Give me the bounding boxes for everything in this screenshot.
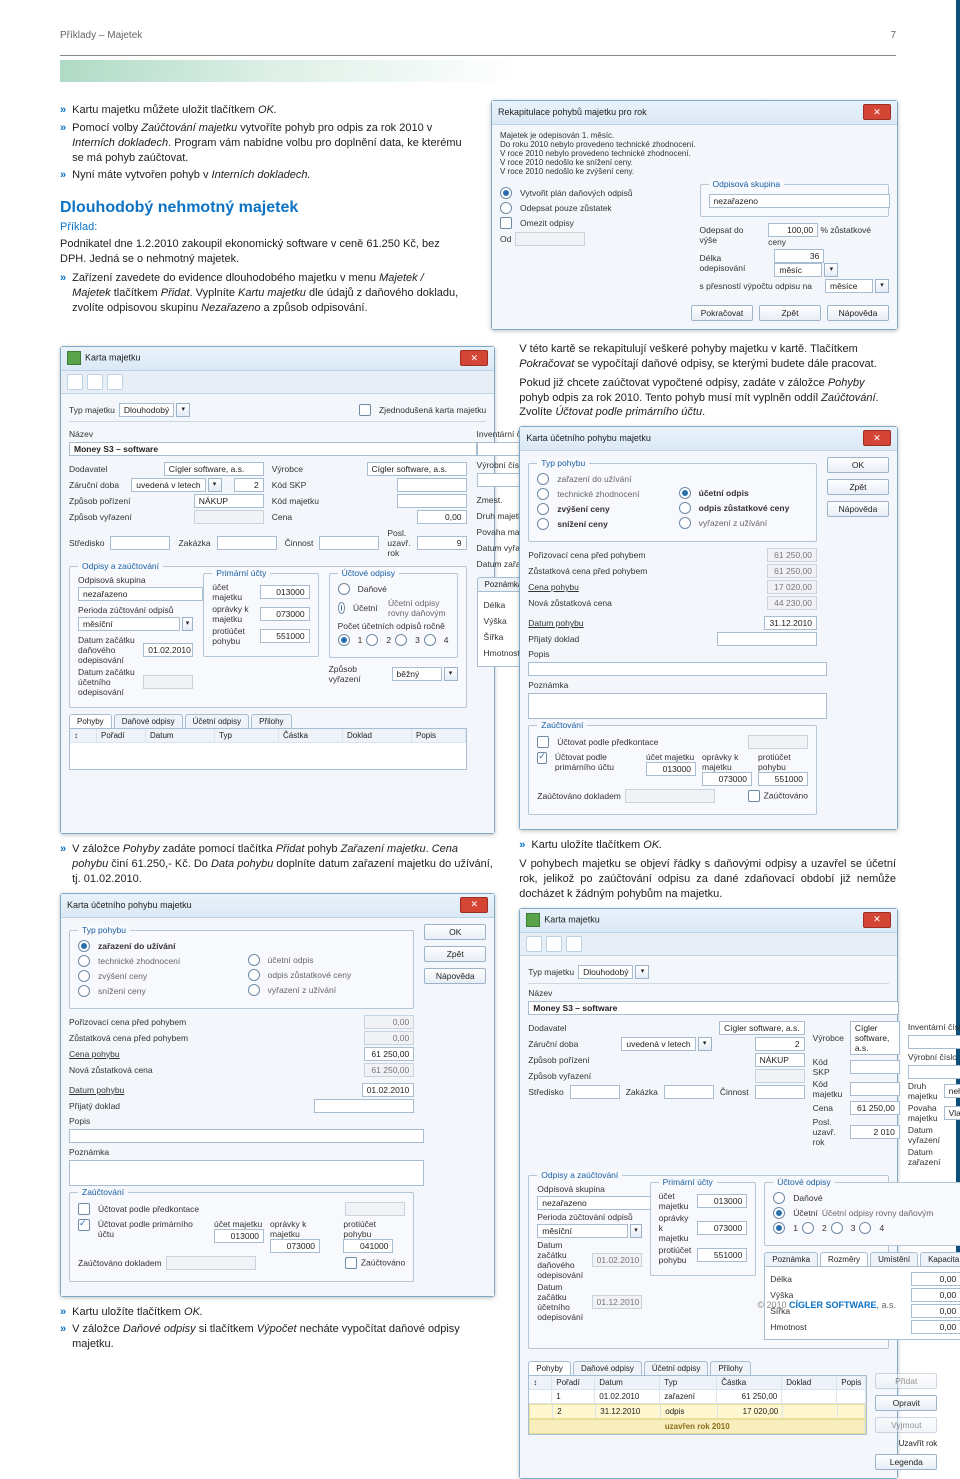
close-icon[interactable]: ✕ bbox=[460, 350, 488, 366]
example-label: Příklad: bbox=[60, 221, 465, 233]
radio-zustatek[interactable] bbox=[500, 202, 512, 214]
recap-line: V roce 2010 nebylo provedeno technické z… bbox=[500, 149, 889, 158]
page-header: Příklady – Majetek 7 bbox=[60, 30, 896, 41]
right-mid-bullet: » Kartu uložíte tlačítkem OK. bbox=[519, 838, 896, 853]
arrow-icon: » bbox=[519, 838, 525, 853]
arrow-icon: » bbox=[60, 1322, 66, 1352]
bottom-bullet-2: » V záložce Daňové odpisy si tlačítkem V… bbox=[60, 1322, 493, 1352]
datum-pohybu-field[interactable]: 01.02.2010 bbox=[362, 1083, 415, 1097]
pokracovat-button[interactable]: Pokračovat bbox=[691, 305, 753, 321]
arrow-icon: » bbox=[60, 1305, 66, 1320]
nazev-field[interactable]: Money S3 – software bbox=[69, 442, 477, 456]
close-icon[interactable]: ✕ bbox=[863, 104, 891, 120]
ok-button[interactable]: OK bbox=[424, 924, 486, 940]
right-mid-para: V pohybech majetku se objeví řádky s daň… bbox=[519, 857, 896, 902]
typ-majetku-select[interactable]: Dlouhodobý bbox=[119, 403, 174, 417]
toolbar-icon[interactable] bbox=[67, 374, 83, 390]
tab-ucetni[interactable]: Účetní odpisy bbox=[185, 714, 249, 728]
napoveda-button[interactable]: Nápověda bbox=[424, 968, 486, 984]
example-bullet: » Zařízení zavedete do evidence dlouhodo… bbox=[60, 271, 465, 316]
chevron-down-icon[interactable]: ▾ bbox=[875, 279, 889, 293]
check-omezit[interactable] bbox=[500, 217, 512, 229]
radio-plan[interactable] bbox=[500, 187, 512, 199]
kp1-dialog: Karta účetního pohybu majetku ✕ Typ pohy… bbox=[60, 893, 495, 1297]
presnost-unit[interactable]: měsíce bbox=[825, 279, 873, 293]
year-closed-row: uzavřen rok 2010 bbox=[529, 1419, 866, 1434]
recap-line: V roce 2010 nedošlo ke zvýšení ceny. bbox=[500, 167, 889, 176]
arrow-icon: » bbox=[60, 842, 66, 887]
close-icon[interactable]: ✕ bbox=[863, 430, 891, 446]
arrow-icon: » bbox=[60, 103, 66, 118]
upper-columns: » Kartu majetku můžete uložit tlačítkem … bbox=[60, 100, 896, 330]
uzavrit-rok-link[interactable]: Uzavřít rok bbox=[899, 1439, 938, 1448]
km-icon bbox=[67, 351, 81, 365]
karta-majetku-dialog: Karta majetku ✕ Typ majetku Dlouhodobý▾ … bbox=[60, 346, 495, 834]
arrow-icon: » bbox=[60, 121, 66, 166]
delka-unit[interactable]: měsíc bbox=[774, 263, 822, 277]
example-text: Podnikatel dne 1.2.2010 zakoupil ekonomi… bbox=[60, 237, 465, 267]
close-icon[interactable]: ✕ bbox=[863, 912, 891, 928]
tab-danove[interactable]: Daňové odpisy bbox=[114, 714, 183, 728]
napoveda-button[interactable]: Nápověda bbox=[827, 305, 889, 321]
mid-bullet: » V záložce Pohyby zadáte pomocí tlačítk… bbox=[60, 842, 493, 887]
recap-title: Rekapitulace pohybů majetku pro rok bbox=[498, 107, 647, 117]
chevron-down-icon[interactable]: ▾ bbox=[824, 263, 838, 277]
skupina-field[interactable]: nezařazeno bbox=[709, 194, 891, 208]
recap-line: V roce 2010 nedošlo ke snížení ceny. bbox=[500, 158, 889, 167]
tab-pohyby[interactable]: Pohyby bbox=[69, 714, 112, 728]
after-recap-p2: Pokud již chcete zaúčtovat vypočtené odp… bbox=[519, 376, 896, 421]
breadcrumb: Příklady – Majetek bbox=[60, 30, 142, 41]
karta-majetku-final: Karta majetku ✕ Typ majetkuDlouhodobý▾ N… bbox=[519, 908, 898, 1479]
zpusob-field[interactable]: NÁKUP bbox=[194, 494, 264, 508]
odpskupina-field[interactable]: nezařazeno bbox=[78, 587, 203, 601]
table-row[interactable]: 1 01.02.2010 zařazení 61 250,00 bbox=[529, 1390, 866, 1404]
recap-line: Do roku 2010 nebylo provedeno technické … bbox=[500, 140, 889, 149]
dodavatel-field[interactable]: Cígler software, a.s. bbox=[164, 462, 264, 476]
od-field bbox=[515, 232, 585, 246]
zpet-button[interactable]: Zpět bbox=[827, 479, 889, 495]
chevron-down-icon[interactable]: ▾ bbox=[444, 667, 458, 681]
napoveda-button[interactable]: Nápověda bbox=[827, 501, 889, 517]
zarucni-select[interactable]: uvedená v letech bbox=[131, 478, 205, 492]
upper-left-col: » Kartu majetku můžete uložit tlačítkem … bbox=[60, 100, 465, 330]
recap-line: Majetek je odepisován 1. měsíc. bbox=[500, 131, 889, 140]
chevron-down-icon[interactable]: ▾ bbox=[176, 403, 190, 417]
delka-field[interactable]: 36 bbox=[774, 249, 824, 263]
cena-pohybu-field[interactable]: 61 250,00 bbox=[364, 1047, 414, 1061]
zpet-button[interactable]: Zpět bbox=[759, 305, 821, 321]
chevron-down-icon[interactable]: ▾ bbox=[208, 478, 222, 492]
tab-prilohy[interactable]: Přilohy bbox=[251, 714, 291, 728]
km-tabs: Pohyby Daňové odpisy Účetní odpisy Přilo… bbox=[69, 714, 467, 729]
arrow-icon: » bbox=[60, 271, 66, 316]
chevron-down-icon[interactable]: ▾ bbox=[182, 617, 194, 631]
bullet-3: » Nyní máte vytvořen pohyb v Interních d… bbox=[60, 168, 465, 183]
zpet-button[interactable]: Zpět bbox=[424, 946, 486, 962]
header-divider bbox=[60, 55, 896, 56]
perioda-select[interactable]: měsíční bbox=[78, 617, 180, 631]
cena-field[interactable]: 0,00 bbox=[417, 510, 467, 524]
arrow-icon: » bbox=[60, 168, 66, 183]
kp2-dialog: Karta účetního pohybu majetku ✕ Typ pohy… bbox=[519, 426, 898, 830]
kodskp-field[interactable] bbox=[397, 478, 467, 492]
upper-right-col: Rekapitulace pohybů majetku pro rok ✕ Ma… bbox=[491, 100, 896, 330]
vyrobce-field[interactable]: Cígler software, a.s. bbox=[367, 462, 467, 476]
after-recap-p1: V této kartě se rekapitulují veškeré poh… bbox=[519, 342, 896, 372]
odepsat-field[interactable]: 100,00 bbox=[768, 223, 818, 237]
toolbar-icon[interactable] bbox=[107, 374, 123, 390]
bottom-bullet-1: » Kartu uložíte tlačítkem OK. bbox=[60, 1305, 493, 1320]
close-icon[interactable]: ✕ bbox=[460, 897, 488, 913]
km-toolbar bbox=[61, 371, 494, 394]
chevron-down-icon[interactable]: ▾ bbox=[635, 965, 649, 979]
header-swoosh bbox=[60, 60, 896, 82]
zjed-check[interactable] bbox=[359, 404, 371, 416]
section-heading: Dlouhodobý nehmotný majetek bbox=[60, 199, 465, 217]
ok-button[interactable]: OK bbox=[827, 457, 889, 473]
table-row[interactable]: 2 31.12.2010 odpis 17 020,00 bbox=[529, 1404, 866, 1419]
page-footer: © 2010 CÍGLER SOFTWARE, a.s. bbox=[757, 1300, 896, 1310]
page-number: 7 bbox=[890, 30, 896, 41]
toolbar-icon[interactable] bbox=[87, 374, 103, 390]
bullet-1: » Kartu majetku můžete uložit tlačítkem … bbox=[60, 103, 465, 118]
recap-dialog: Rekapitulace pohybů majetku pro rok ✕ Ma… bbox=[491, 100, 898, 330]
bullet-2: » Pomocí volby Zaúčtování majetku vytvoř… bbox=[60, 121, 465, 166]
